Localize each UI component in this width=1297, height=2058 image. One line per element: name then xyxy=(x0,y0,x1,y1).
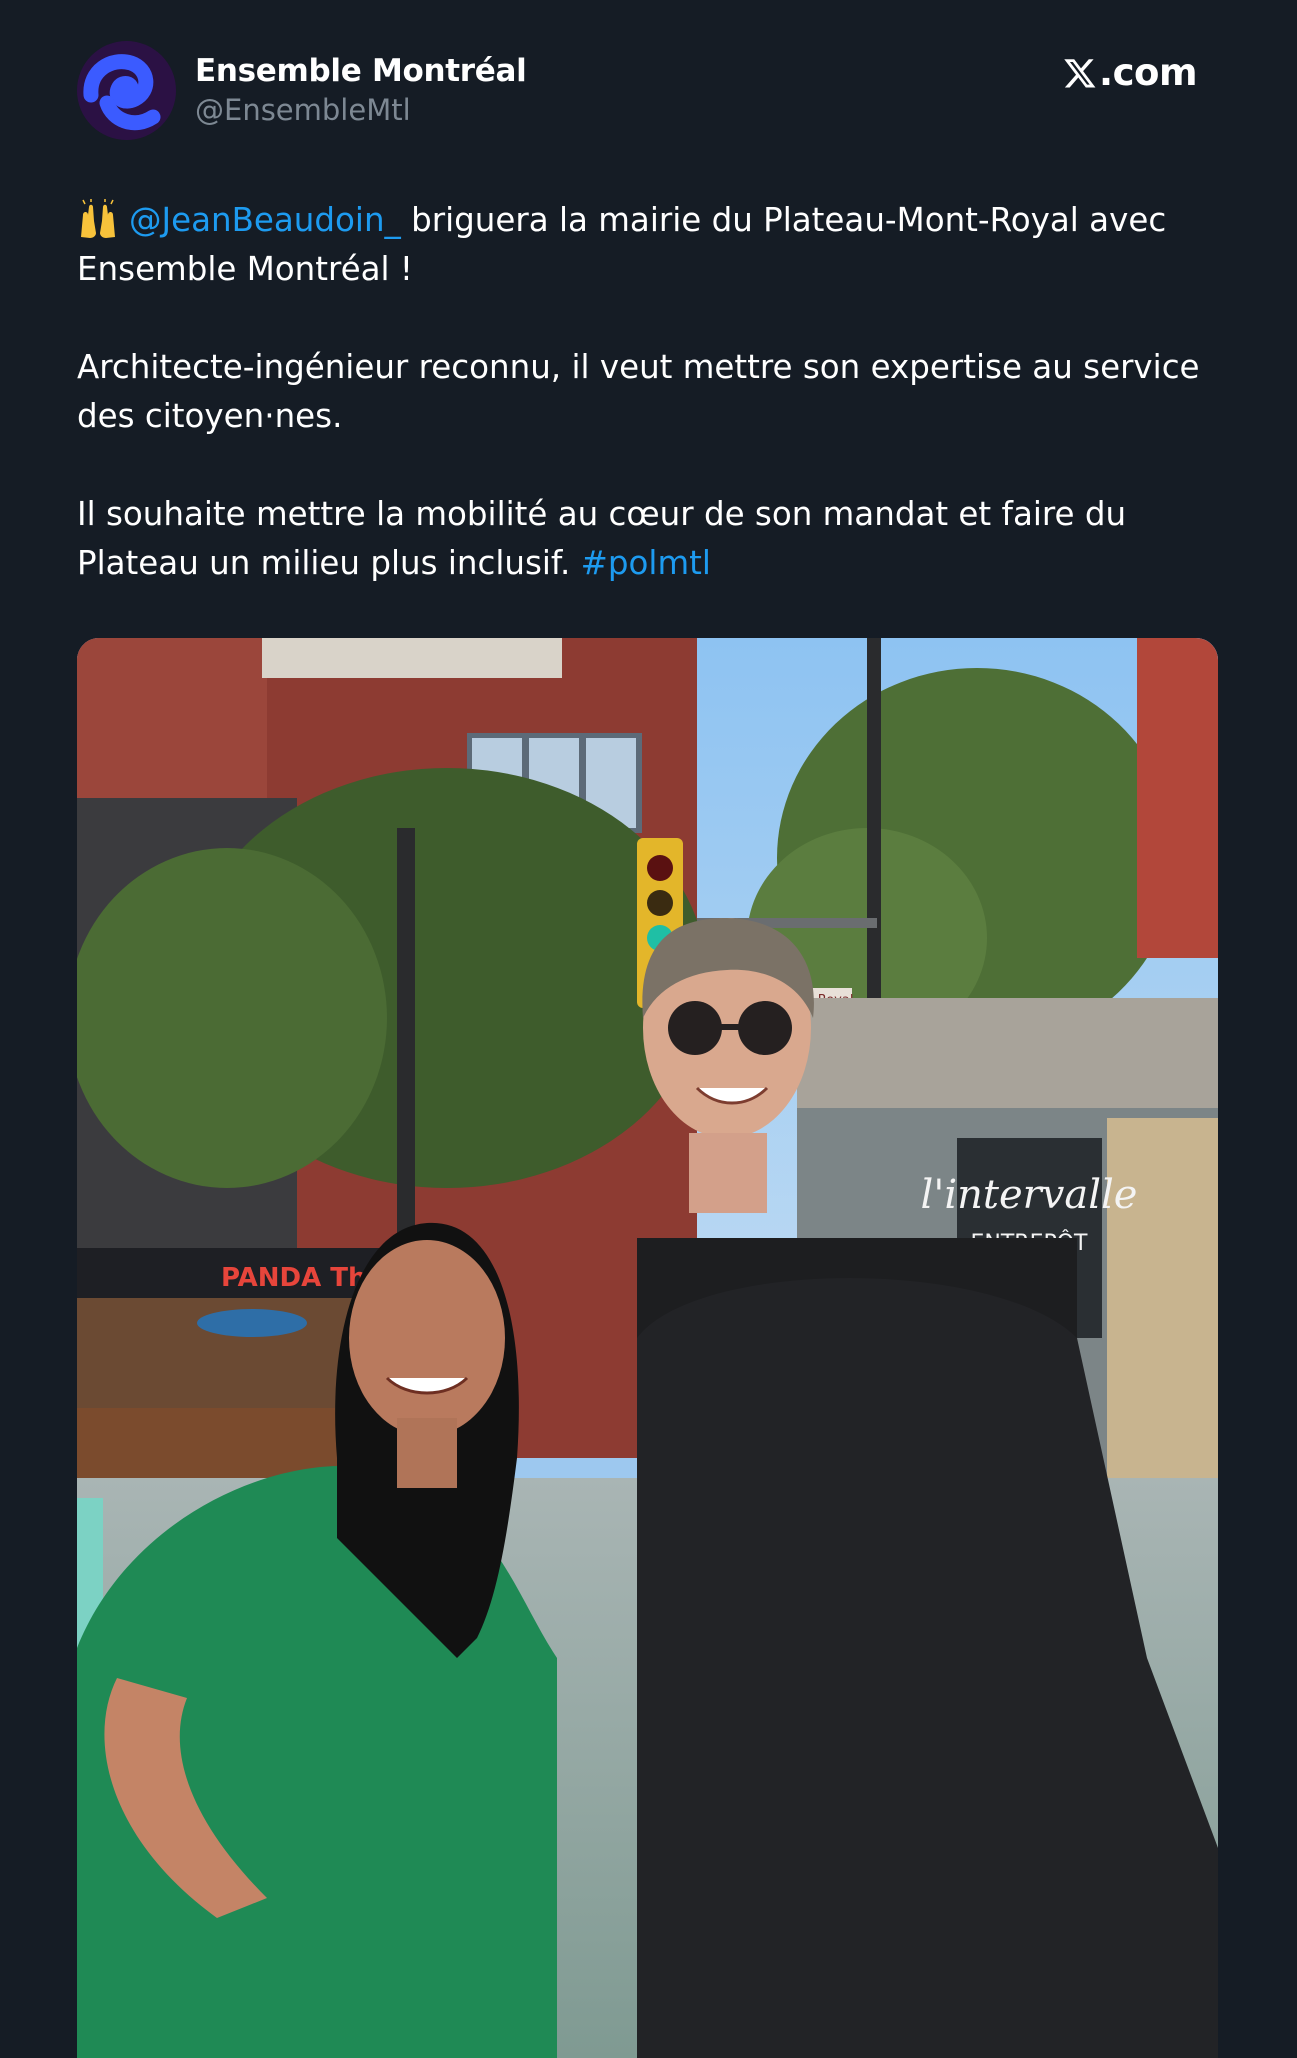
photo-two-people-street: Mont-Royal l'intervalle ENTREPÔT PANDA T… xyxy=(77,638,1218,2058)
tweet-photo[interactable]: Mont-Royal l'intervalle ENTREPÔT PANDA T… xyxy=(77,638,1218,2058)
raising-hands-emoji xyxy=(81,199,115,238)
x-logo-icon xyxy=(1064,58,1096,87)
tweet-paragraph-2: Architecte-ingénieur reconnu, il veut me… xyxy=(77,348,1200,435)
mention-link[interactable]: @JeanBeaudoin_ xyxy=(129,201,401,239)
tweet-text: @JeanBeaudoin_ briguera la mairie du Pla… xyxy=(77,196,1227,588)
tweet-paragraph-1: @JeanBeaudoin_ briguera la mairie du Pla… xyxy=(77,196,1227,294)
author-display-name[interactable]: Ensemble Montréal xyxy=(195,53,527,89)
author-handle[interactable]: @EnsembleMtl xyxy=(195,91,526,129)
hashtag-link[interactable]: #polmtl xyxy=(581,544,711,582)
avatar[interactable] xyxy=(77,41,176,140)
x-brand[interactable]: .com xyxy=(1063,51,1197,94)
ensemble-montreal-logo-icon xyxy=(77,41,176,140)
brand-label: .com xyxy=(1099,51,1197,94)
tweet-paragraph-3: Il souhaite mettre la mobilité au cœur d… xyxy=(77,490,1227,588)
tweet-header: Ensemble Montréal @EnsembleMtl .com xyxy=(77,41,1217,141)
author-names: Ensemble Montréal @EnsembleMtl xyxy=(195,53,527,129)
store-sign-script: l'intervalle xyxy=(921,1172,1138,1218)
